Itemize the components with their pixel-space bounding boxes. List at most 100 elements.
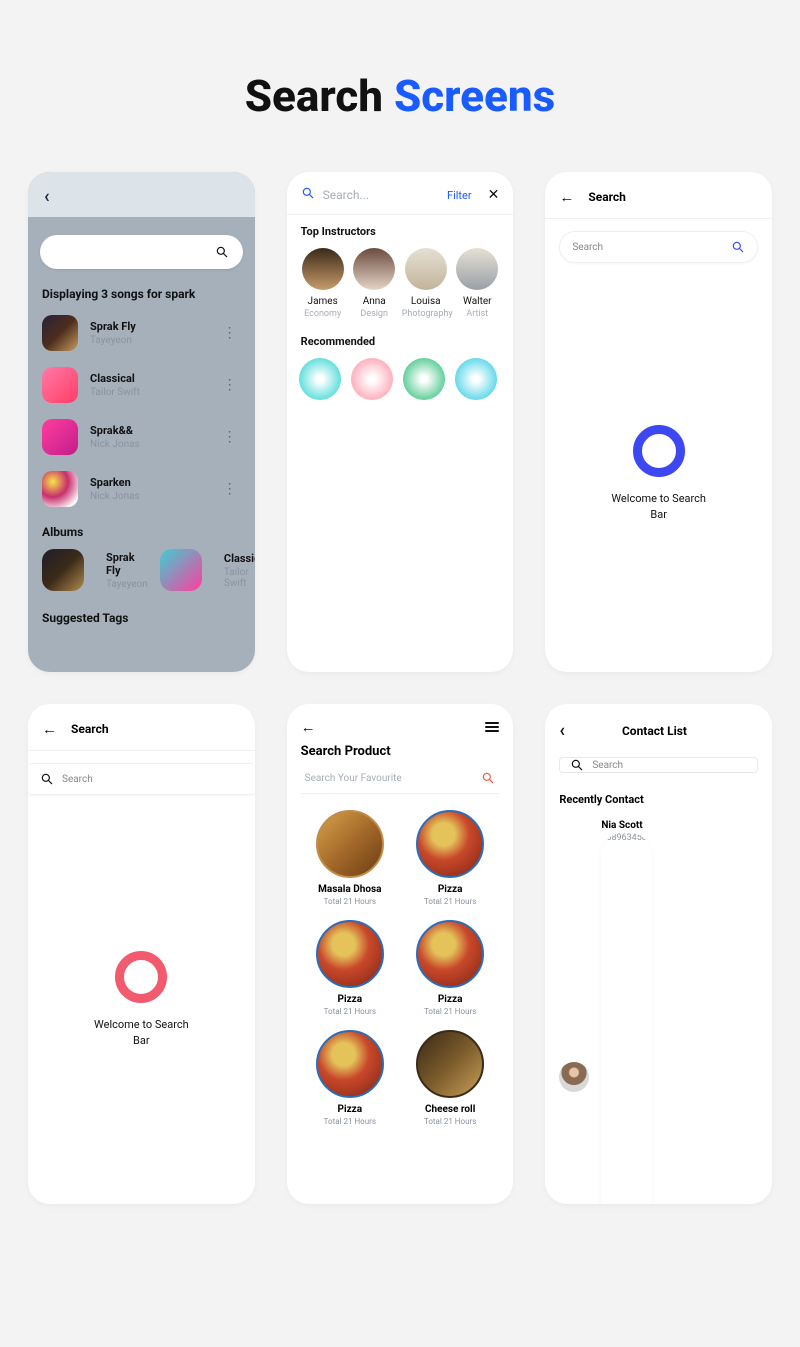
song-title: Classical [90,372,219,385]
more-icon[interactable]: ⋮ [219,432,241,443]
search-input[interactable]: Search... [323,188,439,202]
more-icon[interactable]: ⋮ [219,380,241,391]
search-placeholder: Search Your Favourite [305,773,482,784]
search-input[interactable]: Search [28,763,255,795]
song-row[interactable]: Sprak&& Nick Jonas ⋮ [28,411,255,463]
screen-welcome-pink: ← Search Search Welcome to Search Bar [28,704,255,1204]
instructor-item[interactable]: Louisa Photography [402,248,450,319]
album-thumb [42,549,84,591]
more-icon[interactable]: ⋮ [219,328,241,339]
search-icon [215,245,229,259]
instructor-role: Design [350,309,398,319]
contact-row[interactable]: Nia Scott 2589634589 [545,812,772,1204]
back-arrow-icon[interactable]: ← [559,188,574,206]
album-artist: Tailor Swift [224,567,255,589]
product-item[interactable]: Pizza Total 21 Hours [305,1030,395,1126]
back-arrow-icon[interactable]: ← [301,718,316,736]
search-placeholder: Search [62,774,243,785]
album-title: Sprak Fly [106,551,148,577]
album-item[interactable]: Sprak Fly Tayeyeon [42,549,148,591]
product-image [316,1030,384,1098]
product-subtitle: Total 21 Hours [305,1007,395,1016]
avatar [302,248,344,290]
instructor-item[interactable]: Walter Artist [453,248,501,319]
product-subtitle: Total 21 Hours [305,1117,395,1126]
product-subtitle: Total 21 Hours [405,897,495,906]
search-input[interactable] [40,235,243,269]
screen-contact-list: ‹ Contact List Search Recently Contact N… [545,704,772,1204]
avatar [559,1062,589,1092]
recommended-heading: Recommended [287,325,514,356]
album-artist: Tayeyeon [106,579,148,590]
tags-heading: Suggested Tags [28,601,255,631]
product-subtitle: Total 21 Hours [405,1117,495,1126]
search-placeholder: Search [572,242,731,253]
avatar [353,248,395,290]
product-image [416,920,484,988]
song-artist: Tayeyeon [90,335,219,346]
product-item[interactable]: Pizza Total 21 Hours [305,920,395,1016]
instructor-item[interactable]: Anna Design [350,248,398,319]
album-thumb [160,549,202,591]
product-item[interactable]: Cheese roll Total 21 Hours [405,1030,495,1126]
search-placeholder: Search [592,760,623,771]
search-input[interactable]: Search [559,231,758,263]
instructor-name: Anna [350,296,398,307]
more-icon[interactable]: ⋮ [219,484,241,495]
recommended-item[interactable] [455,358,497,400]
close-icon[interactable]: ✕ [488,187,500,203]
product-name: Cheese roll [405,1104,495,1115]
instructor-name: Walter [453,296,501,307]
instructor-item[interactable]: James Economy [299,248,347,319]
header-title: Contact List [565,724,744,738]
product-image [316,810,384,878]
album-title: Classical [224,552,255,565]
song-row[interactable]: Classical Tailor Swift ⋮ [28,359,255,411]
search-input[interactable]: Search [559,757,758,773]
search-icon [481,771,495,785]
back-arrow-icon[interactable]: ← [42,720,57,738]
results-heading: Displaying 3 songs for spark [28,277,255,307]
instructor-name: Louisa [402,296,450,307]
instructor-role: Economy [299,309,347,319]
instructor-role: Photography [402,309,450,319]
song-row[interactable]: Sprak Fly Tayeyeon ⋮ [28,307,255,359]
search-icon [570,758,584,772]
loading-ring-icon [633,425,685,477]
header-title: Search [71,722,109,736]
product-image [416,1030,484,1098]
menu-icon[interactable] [485,722,499,732]
instructor-role: Artist [453,309,501,319]
page-title: Search Screens [28,70,772,122]
filter-button[interactable]: Filter [447,189,472,202]
song-thumb [42,419,78,455]
song-thumb [42,367,78,403]
recommended-item[interactable] [403,358,445,400]
song-row[interactable]: Sparken Nick Jonas ⋮ [28,463,255,515]
product-item[interactable]: Masala Dhosa Total 21 Hours [305,810,395,906]
header-title: Search [588,190,626,204]
screen-welcome-blue: ← Search Search Welcome to Search Bar [545,172,772,672]
product-name: Pizza [405,884,495,895]
product-subtitle: Total 21 Hours [305,897,395,906]
welcome-text: Welcome to Search Bar [611,491,706,522]
loading-ring-icon [115,951,167,1003]
albums-heading: Albums [28,515,255,545]
song-artist: Tailor Swift [90,387,219,398]
avatar [405,248,447,290]
recent-heading: Recently Contact [545,783,772,812]
screen-music-search: ‹ Displaying 3 songs for spark Sprak Fly… [28,172,255,672]
avatar [456,248,498,290]
product-subtitle: Total 21 Hours [405,1007,495,1016]
product-item[interactable]: Pizza Total 21 Hours [405,810,495,906]
recommended-item[interactable] [299,358,341,400]
product-item[interactable]: Pizza Total 21 Hours [405,920,495,1016]
back-chevron-icon[interactable]: ‹ [44,186,241,207]
product-image [316,920,384,988]
recommended-item[interactable] [351,358,393,400]
search-icon [731,240,745,254]
song-artist: Nick Jonas [90,439,219,450]
album-item[interactable]: Classical Tailor Swift [160,549,255,591]
top-instructors-heading: Top Instructors [287,215,514,246]
search-input[interactable]: Search Your Favourite [301,771,500,794]
